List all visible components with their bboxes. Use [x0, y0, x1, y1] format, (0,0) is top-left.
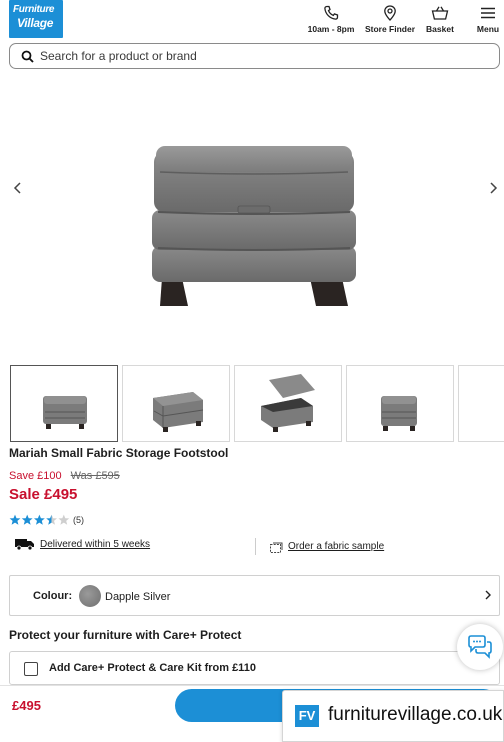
- sale-price: Sale £495: [9, 486, 78, 503]
- nav-label-menu: Menu: [476, 24, 500, 34]
- fv-logo: FV: [295, 705, 319, 727]
- delivery-truck-icon: [15, 539, 34, 551]
- colour-selector[interactable]: Colour: Dapple Silver: [9, 575, 500, 616]
- care-protect-option[interactable]: Add Care+ Protect & Care Kit from £110: [9, 651, 500, 685]
- nav-opening-hours[interactable]: 10am - 8pm: [303, 4, 359, 34]
- save-amount: Save £100: [9, 470, 62, 482]
- thumbnail-strip: [10, 365, 504, 442]
- search-icon: [21, 50, 34, 63]
- star-rating[interactable]: [9, 514, 71, 526]
- thumbnail-4[interactable]: [346, 365, 454, 442]
- star-2-icon: [21, 514, 33, 525]
- location-pin-icon: [384, 5, 396, 21]
- colour-label: Colour:: [33, 590, 73, 602]
- site-domain-text: furniturevillage.co.uk: [328, 704, 503, 725]
- furniture-village-logo[interactable]: Furniture Village: [9, 0, 63, 38]
- logo-line-2: Village: [17, 16, 54, 30]
- search-bar[interactable]: [9, 43, 500, 69]
- colour-swatch: [79, 585, 101, 607]
- logo-line-1: Furniture: [13, 4, 55, 15]
- thumbnail-image-side: [381, 396, 417, 431]
- thumbnail-image-front: [43, 396, 87, 429]
- care-protect-label: Add Care+ Protect & Care Kit from £110: [49, 662, 256, 674]
- thumbnail-1[interactable]: [10, 365, 118, 442]
- was-price: Was £595: [70, 470, 120, 482]
- thumbnail-3[interactable]: [234, 365, 342, 442]
- phone-icon: [324, 5, 339, 20]
- thumbnail-2[interactable]: [122, 365, 230, 442]
- hamburger-menu-icon: [481, 7, 495, 19]
- price-savings-row: Save £100 Was £595: [9, 470, 120, 482]
- nav-menu[interactable]: Menu: [472, 4, 504, 34]
- nav-label-basket: Basket: [426, 24, 454, 34]
- chevron-right-icon[interactable]: [486, 180, 500, 196]
- thumbnail-5[interactable]: [458, 365, 504, 442]
- nav-label-store-finder: Store Finder: [364, 24, 416, 34]
- chat-bubbles-icon: [468, 635, 492, 659]
- thumbnail-image-angle: [153, 392, 204, 432]
- live-chat-button[interactable]: [457, 624, 503, 670]
- colour-value: Dapple Silver: [105, 591, 171, 603]
- product-image-carousel[interactable]: [0, 80, 504, 355]
- star-3-icon: [34, 514, 45, 525]
- care-protect-checkbox[interactable]: [24, 662, 38, 676]
- site-header: Furniture Village 10am - 8pm Store Finde…: [0, 0, 504, 40]
- info-divider: [255, 538, 256, 555]
- review-count[interactable]: (5): [73, 515, 84, 525]
- care-protect-heading: Protect your furniture with Care+ Protec…: [9, 628, 242, 642]
- basket-icon: [431, 6, 449, 20]
- sticky-price: £495: [12, 698, 41, 713]
- nav-store-finder[interactable]: Store Finder: [362, 4, 418, 34]
- star-5-icon: [58, 514, 70, 525]
- product-main-image: [152, 146, 356, 306]
- nav-label-hours: 10am - 8pm: [307, 24, 355, 34]
- delivery-info-link[interactable]: Delivered within 5 weeks: [40, 539, 150, 550]
- fabric-sample-icon: [270, 542, 283, 553]
- product-title: Mariah Small Fabric Storage Footstool: [9, 446, 229, 460]
- thumbnail-image-open: [261, 374, 315, 432]
- star-1-icon: [9, 514, 21, 525]
- search-input[interactable]: [40, 47, 480, 65]
- site-domain-badge: FV furniturevillage.co.uk: [282, 690, 504, 742]
- order-fabric-sample-link[interactable]: Order a fabric sample: [288, 541, 384, 552]
- chevron-right-icon: [485, 590, 491, 600]
- star-4-icon: [46, 514, 57, 525]
- nav-basket[interactable]: Basket: [422, 4, 458, 34]
- chevron-left-icon[interactable]: [11, 180, 25, 196]
